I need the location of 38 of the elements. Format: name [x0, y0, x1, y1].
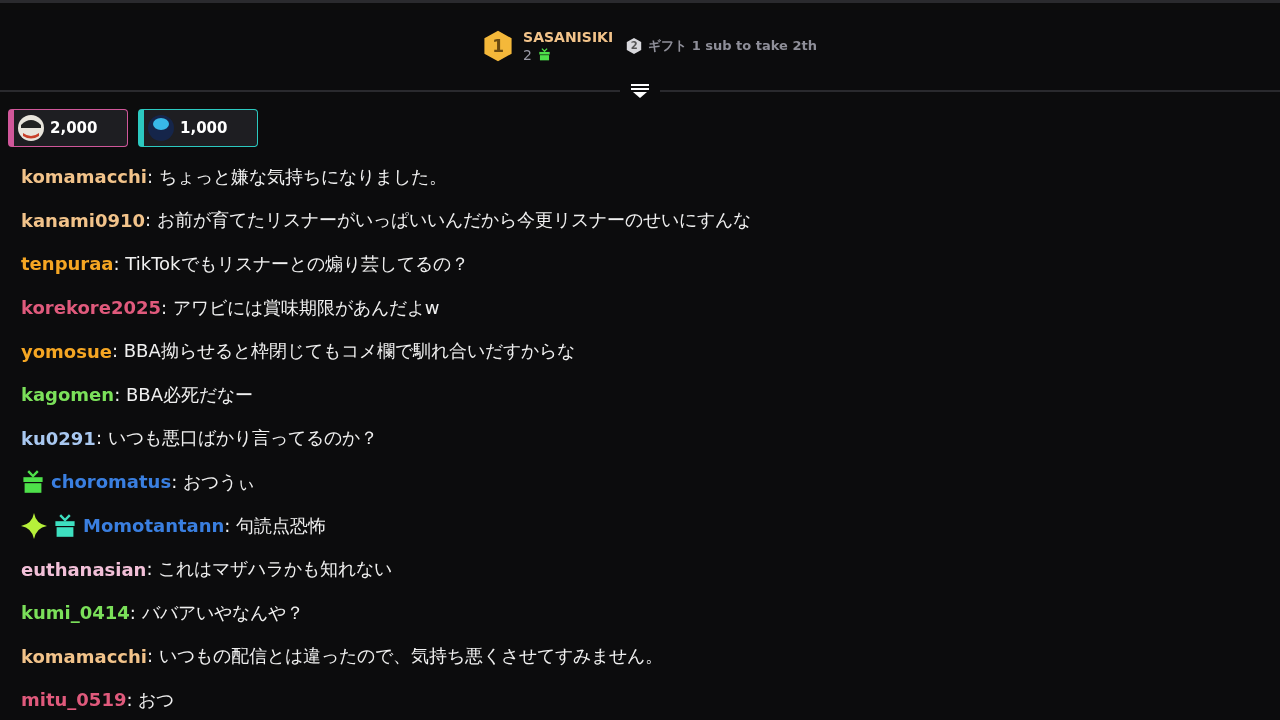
message-text: : 句読点恐怖: [224, 513, 327, 538]
message-text: : ババアいやなんや？: [129, 600, 304, 625]
leader-name: SASANISIKI: [523, 28, 614, 45]
message-text: : おつうぃ: [171, 469, 255, 494]
username[interactable]: yomosue: [21, 340, 112, 362]
username[interactable]: tenpuraa: [21, 253, 114, 275]
username[interactable]: choromatus: [51, 471, 172, 493]
message-text: : ちょっと嫌な気持ちになりました。: [147, 164, 447, 189]
message-text: : いつもの配信とは違ったので、気持ち悪くさせてすみません。: [147, 644, 663, 669]
username[interactable]: korekore2025: [21, 297, 161, 319]
message-text: : おつ: [126, 687, 175, 712]
avatar-icon: [18, 115, 44, 141]
username[interactable]: euthanasian: [21, 558, 147, 580]
message-text: : アワビには賞味期限があんだよw: [161, 295, 440, 320]
rank-number: 1: [492, 35, 504, 56]
gift-count: 2: [523, 46, 532, 63]
username[interactable]: ku0291: [21, 427, 96, 449]
rank-number: 2: [630, 40, 638, 51]
username[interactable]: komamacchi: [21, 166, 147, 188]
username[interactable]: komamacchi: [21, 645, 147, 667]
avatar-icon: [148, 115, 174, 141]
pinned-tip[interactable]: 1,000: [138, 109, 258, 147]
gift-icon: [538, 48, 551, 61]
username[interactable]: kanami0910: [21, 209, 146, 231]
username[interactable]: Momotantann: [83, 515, 225, 537]
message-text: : BBA必死だなー: [114, 382, 253, 407]
username[interactable]: mitu_0519: [21, 689, 127, 711]
message-text: : これはマザハラかも知れない: [146, 557, 393, 582]
rank-hexagon-icon: [625, 36, 644, 55]
message-text: : TikTokでもリスナーとの煽り芸してるの？: [113, 252, 469, 276]
message-text: : BBA拗らせると枠閉じてもコメ欄で馴れ合いだすからな: [111, 339, 575, 364]
next-rank-text: ギフト 1 sub to take 2th: [648, 36, 817, 55]
username[interactable]: kumi_0414: [21, 602, 130, 624]
collapse-icon[interactable]: [630, 83, 650, 99]
pinned-tip[interactable]: 2,000: [8, 109, 128, 147]
message-text: : いつも悪口ばかり言ってるのか？: [95, 426, 378, 451]
username[interactable]: kagomen: [21, 384, 115, 406]
message-text: : お前が育てたリスナーがいっぱいいんだから今更リスナーのせいにすんな: [145, 208, 751, 233]
